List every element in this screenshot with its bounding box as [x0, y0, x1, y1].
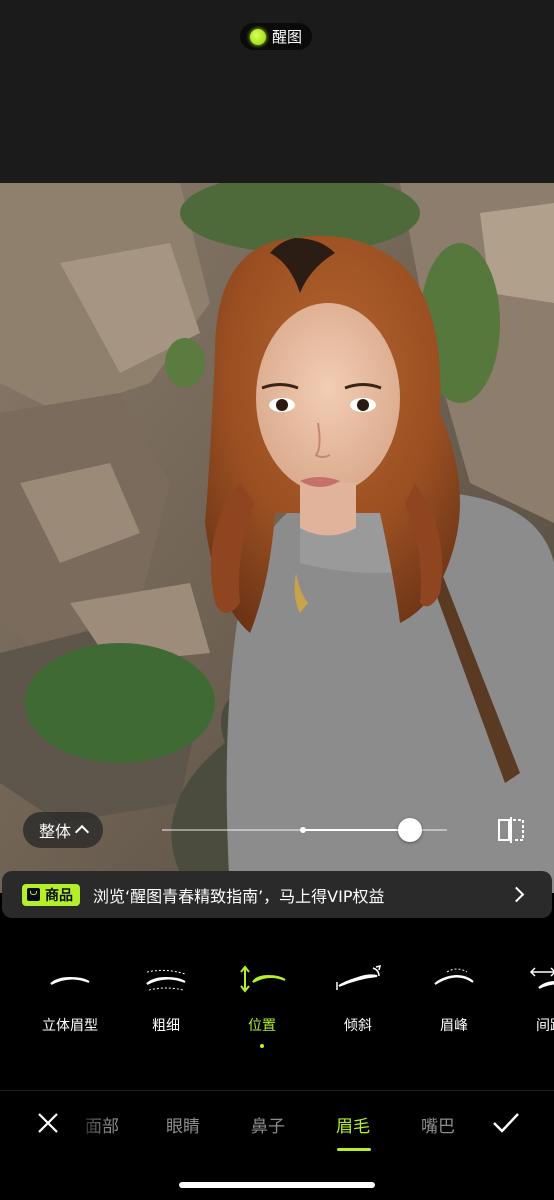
- tabs-fade-edge: [70, 1100, 110, 1150]
- promo-badge: 商品: [22, 883, 80, 906]
- tab-nose[interactable]: 鼻子: [251, 1112, 285, 1137]
- close-icon[interactable]: [36, 1111, 60, 1135]
- brow-3d-icon: [50, 976, 90, 985]
- tool-label: 立体眉型: [42, 1018, 98, 1034]
- top-bar: 醒图: [0, 0, 554, 183]
- tab-eyebrows[interactable]: 眉毛: [336, 1112, 370, 1137]
- brow-spacing-icon: [529, 967, 554, 989]
- chevron-up-icon: [74, 824, 90, 840]
- brow-tools-bar: 立体眉型 粗细 位置 倾斜 眉峰 间: [0, 960, 554, 1060]
- slider-center-mark: [300, 827, 306, 833]
- active-indicator-dot: [260, 1044, 264, 1048]
- tool-label: 位置: [248, 1018, 276, 1034]
- tool-brow-spacing[interactable]: 间距: [505, 960, 554, 1035]
- tool-brow-position[interactable]: 位置: [217, 960, 307, 1048]
- promo-text: 浏览‘醒图青春精致指南’，马上得VIP权益: [93, 886, 385, 906]
- app-badge[interactable]: 醒图: [240, 23, 312, 50]
- active-tab-underline: [337, 1148, 371, 1151]
- tool-label: 粗细: [152, 1018, 180, 1034]
- tool-label: 间距: [536, 1018, 554, 1034]
- slider-knob[interactable]: [397, 818, 422, 842]
- slider-fill: [301, 829, 410, 831]
- chevron-right-icon: [508, 886, 525, 903]
- promo-badge-label: 商品: [45, 887, 73, 904]
- portrait-photo[interactable]: [0, 183, 554, 893]
- tab-eyes[interactable]: 眼睛: [166, 1112, 200, 1137]
- app-logo-icon: [249, 28, 266, 45]
- tool-brow-peak[interactable]: 眉峰: [409, 960, 499, 1035]
- photo-canvas: [0, 183, 554, 893]
- tool-label: 倾斜: [344, 1018, 372, 1034]
- check-icon[interactable]: [492, 1110, 520, 1136]
- scope-toggle-button[interactable]: 整体: [23, 812, 103, 848]
- tool-brow-3d[interactable]: 立体眉型: [25, 960, 115, 1035]
- divider: [0, 1090, 554, 1091]
- tool-brow-tilt[interactable]: 倾斜: [313, 960, 403, 1035]
- compare-icon[interactable]: [496, 815, 526, 845]
- home-indicator: [179, 1182, 375, 1188]
- tab-mouth[interactable]: 嘴巴: [421, 1112, 455, 1137]
- intensity-slider[interactable]: [162, 818, 447, 842]
- promo-banner[interactable]: 商品 浏览‘醒图青春精致指南’，马上得VIP权益: [2, 871, 552, 918]
- brow-position-icon: [240, 965, 286, 993]
- tool-brow-thickness[interactable]: 粗细: [121, 960, 211, 1035]
- shopping-bag-icon: [27, 888, 40, 901]
- app-name: 醒图: [271, 28, 302, 46]
- brow-tilt-icon: [336, 964, 382, 990]
- scope-label: 整体: [38, 822, 71, 841]
- tool-label: 眉峰: [440, 1018, 468, 1034]
- brow-thickness-icon: [146, 969, 186, 991]
- brow-peak-icon: [434, 968, 474, 985]
